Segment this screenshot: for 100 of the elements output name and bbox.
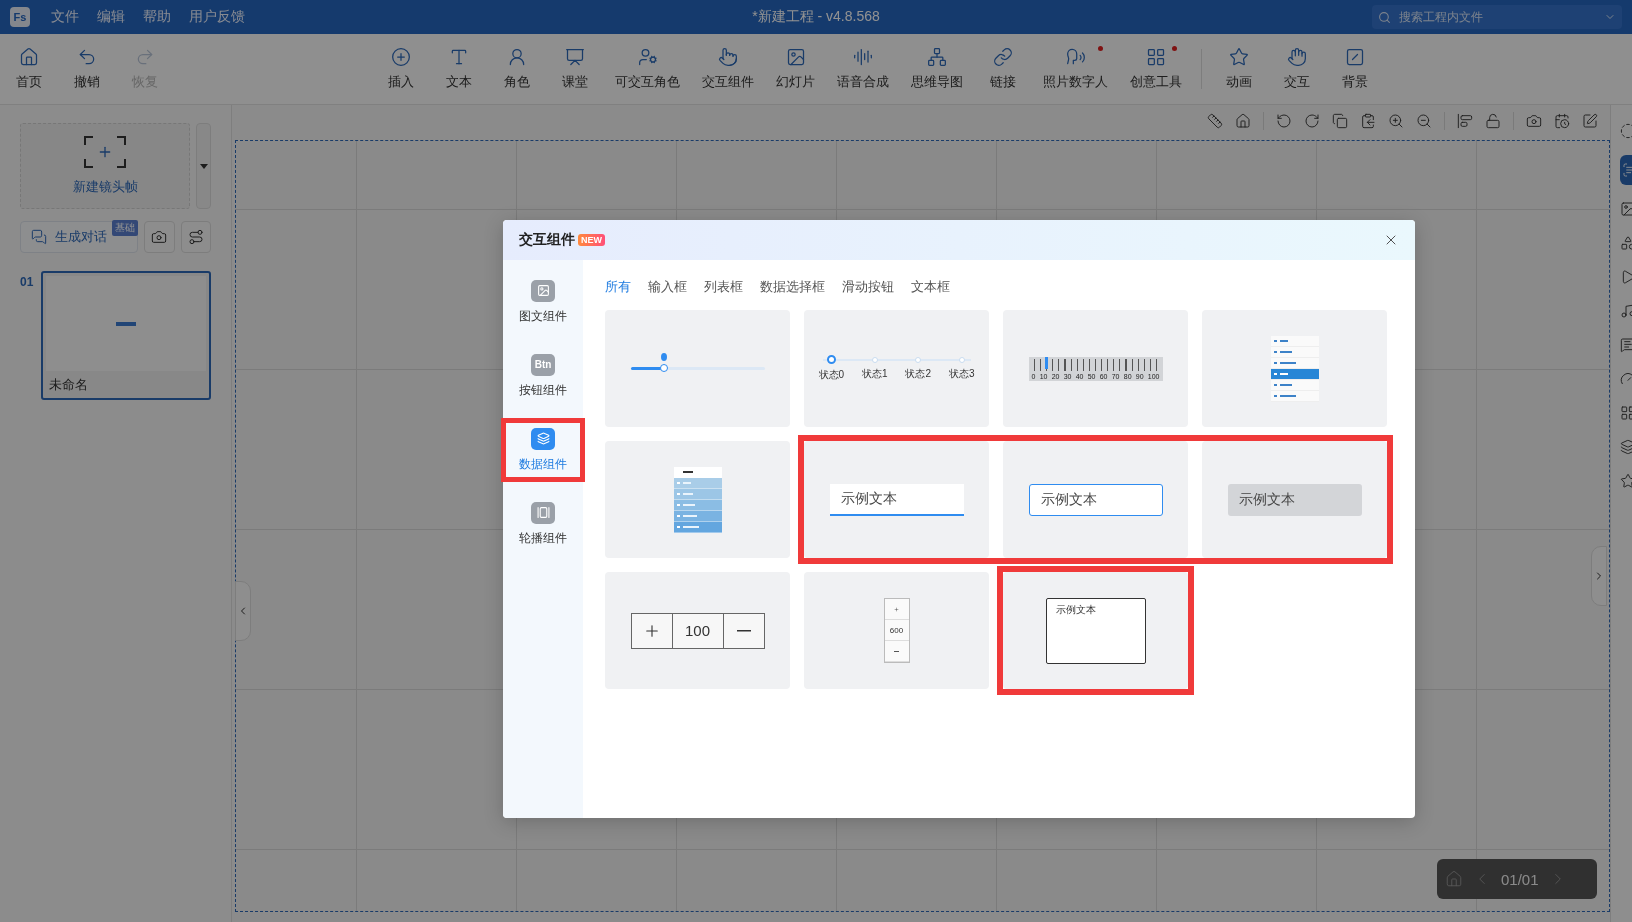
search-field[interactable]: 搜索工程内文件 [1372,5,1622,29]
step-label: 状态1 [861,367,888,381]
rotate-left-icon[interactable] [1276,113,1292,129]
generate-dialog-button[interactable]: 生成对话 基础 [20,221,139,253]
unlock-icon[interactable] [1485,113,1501,129]
thumbnail-mark [116,321,137,326]
toolbar-button[interactable]: 幻灯片 [765,41,826,97]
step-label: 状态0 [818,368,845,382]
align-left-icon[interactable] [1457,113,1473,129]
copy-icon[interactable] [1332,113,1348,129]
frame-plus-icon [84,136,127,168]
category-tab[interactable]: 轮播组件 [503,494,583,554]
slide-number: 01 [20,275,34,291]
text-icon [449,47,469,67]
home-icon[interactable] [1235,113,1251,129]
btn-icon: Btn [531,353,555,376]
presentation-icon [565,47,585,67]
toolbar-button[interactable]: 交互 [1268,41,1326,97]
toolbar-button[interactable]: 插入 [372,41,430,97]
undo-icon [77,47,97,67]
category-tab[interactable]: Btn 按钮组件 [503,346,583,406]
slide-name: 未命名 [48,376,90,394]
carousel-icon [531,501,555,524]
input-preview: 示例文本 [1227,483,1362,516]
side-tool-icon[interactable] [1620,155,1632,185]
home-icon [19,47,39,67]
collapse-handle[interactable] [235,581,251,641]
route-icon [187,229,204,245]
plus-circle-icon [391,47,411,67]
side-tool-icon[interactable] [1620,233,1632,253]
zoom-in-icon[interactable] [1388,113,1404,129]
filter-tab[interactable]: 数据选择框 [760,274,825,300]
component-card[interactable]: 示例文本 [1003,441,1188,558]
toolbar-button[interactable]: 照片数字人 [1032,41,1119,97]
component-card[interactable] [605,441,790,558]
camera-button[interactable] [144,221,175,253]
sound-wave-icon [853,47,873,67]
person-gear-icon [637,47,658,67]
new-frame-button[interactable]: 新建镜头帧 [20,123,191,209]
toolbar-button[interactable]: 链接 [974,41,1032,97]
menu-item[interactable]: 帮助 [134,8,180,26]
filter-tab[interactable]: 输入框 [648,274,687,300]
toolbar-button[interactable]: 角色 [488,41,546,97]
filter-tab[interactable]: 文本框 [911,274,950,300]
camera-icon [151,229,168,245]
ruler-icon[interactable] [1207,113,1223,129]
category-tab[interactable]: 图文组件 [503,272,583,332]
camera-icon[interactable] [1526,113,1542,129]
hatched-square-icon [1345,47,1365,67]
tier-badge: 基础 [112,220,139,236]
toolbar-button[interactable]: 课堂 [546,41,604,97]
toolbar-button[interactable]: 创意工具 [1119,41,1193,97]
toolbar-button[interactable]: 文本 [430,41,488,97]
menu-item[interactable]: 用户反馈 [180,8,254,26]
pointer-icon [718,47,738,67]
component-card[interactable] [1202,310,1387,427]
menu-item[interactable]: 文件 [42,8,88,26]
image-icon [785,47,806,67]
filter-tab[interactable]: 所有 [605,274,631,300]
zoom-out-icon[interactable] [1416,113,1432,129]
component-card[interactable]: 示例文本 [804,441,989,558]
plus-icon [894,606,899,612]
input-preview: 示例文本 [829,483,964,516]
toolbar-button[interactable]: 背景 [1326,41,1384,97]
side-tool-icon[interactable] [1620,335,1632,355]
toolbar-button[interactable]: 交互组件 [691,41,765,97]
side-tool-icon[interactable] [1620,267,1632,287]
rotate-right-icon[interactable] [1304,113,1320,129]
toolbar-button[interactable]: 语音合成 [826,41,900,97]
component-card[interactable]: 示例文本 [1003,572,1188,689]
paste-icon[interactable] [1360,113,1376,129]
edit-icon[interactable] [1582,113,1598,129]
side-tool-icon[interactable] [1620,471,1632,491]
side-tool-icon[interactable] [1620,121,1632,141]
pin-icon [661,353,667,361]
filter-tab[interactable]: 滑动按钮 [842,274,894,300]
toolbar-button[interactable]: 可交互角色 [604,41,691,97]
component-card[interactable]: 100 [605,572,790,689]
toolbar-button[interactable]: 首页 [0,41,58,97]
toolbar-button[interactable]: 撤销 [58,41,116,97]
grid-icon [1146,47,1166,67]
side-tool-icon[interactable] [1620,199,1632,219]
component-card[interactable]: 示例文本 [1202,441,1387,558]
expand-handle[interactable] [1591,546,1607,606]
filter-tab[interactable]: 列表框 [704,274,743,300]
step-label: 状态3 [948,367,975,381]
toolbar-button[interactable]: 动画 [1210,41,1268,97]
side-tool-icon[interactable] [1620,437,1632,457]
network-icon [927,47,947,67]
chat-icon [31,229,47,245]
category-tab[interactable]: 数据组件 [503,420,583,480]
menu-item[interactable]: 编辑 [88,8,134,26]
component-card[interactable]: 600 [804,572,989,689]
minus-icon [736,629,751,632]
side-tool-icon[interactable] [1620,403,1632,423]
component-card[interactable]: 状态0 状态1 状态2 状态3 [804,310,989,427]
calendar-clock-icon[interactable] [1554,113,1570,129]
slide-thumbnail[interactable]: 未命名 [41,271,211,400]
toolbar-button[interactable]: 思维导图 [900,41,974,97]
route-button[interactable] [180,221,211,253]
